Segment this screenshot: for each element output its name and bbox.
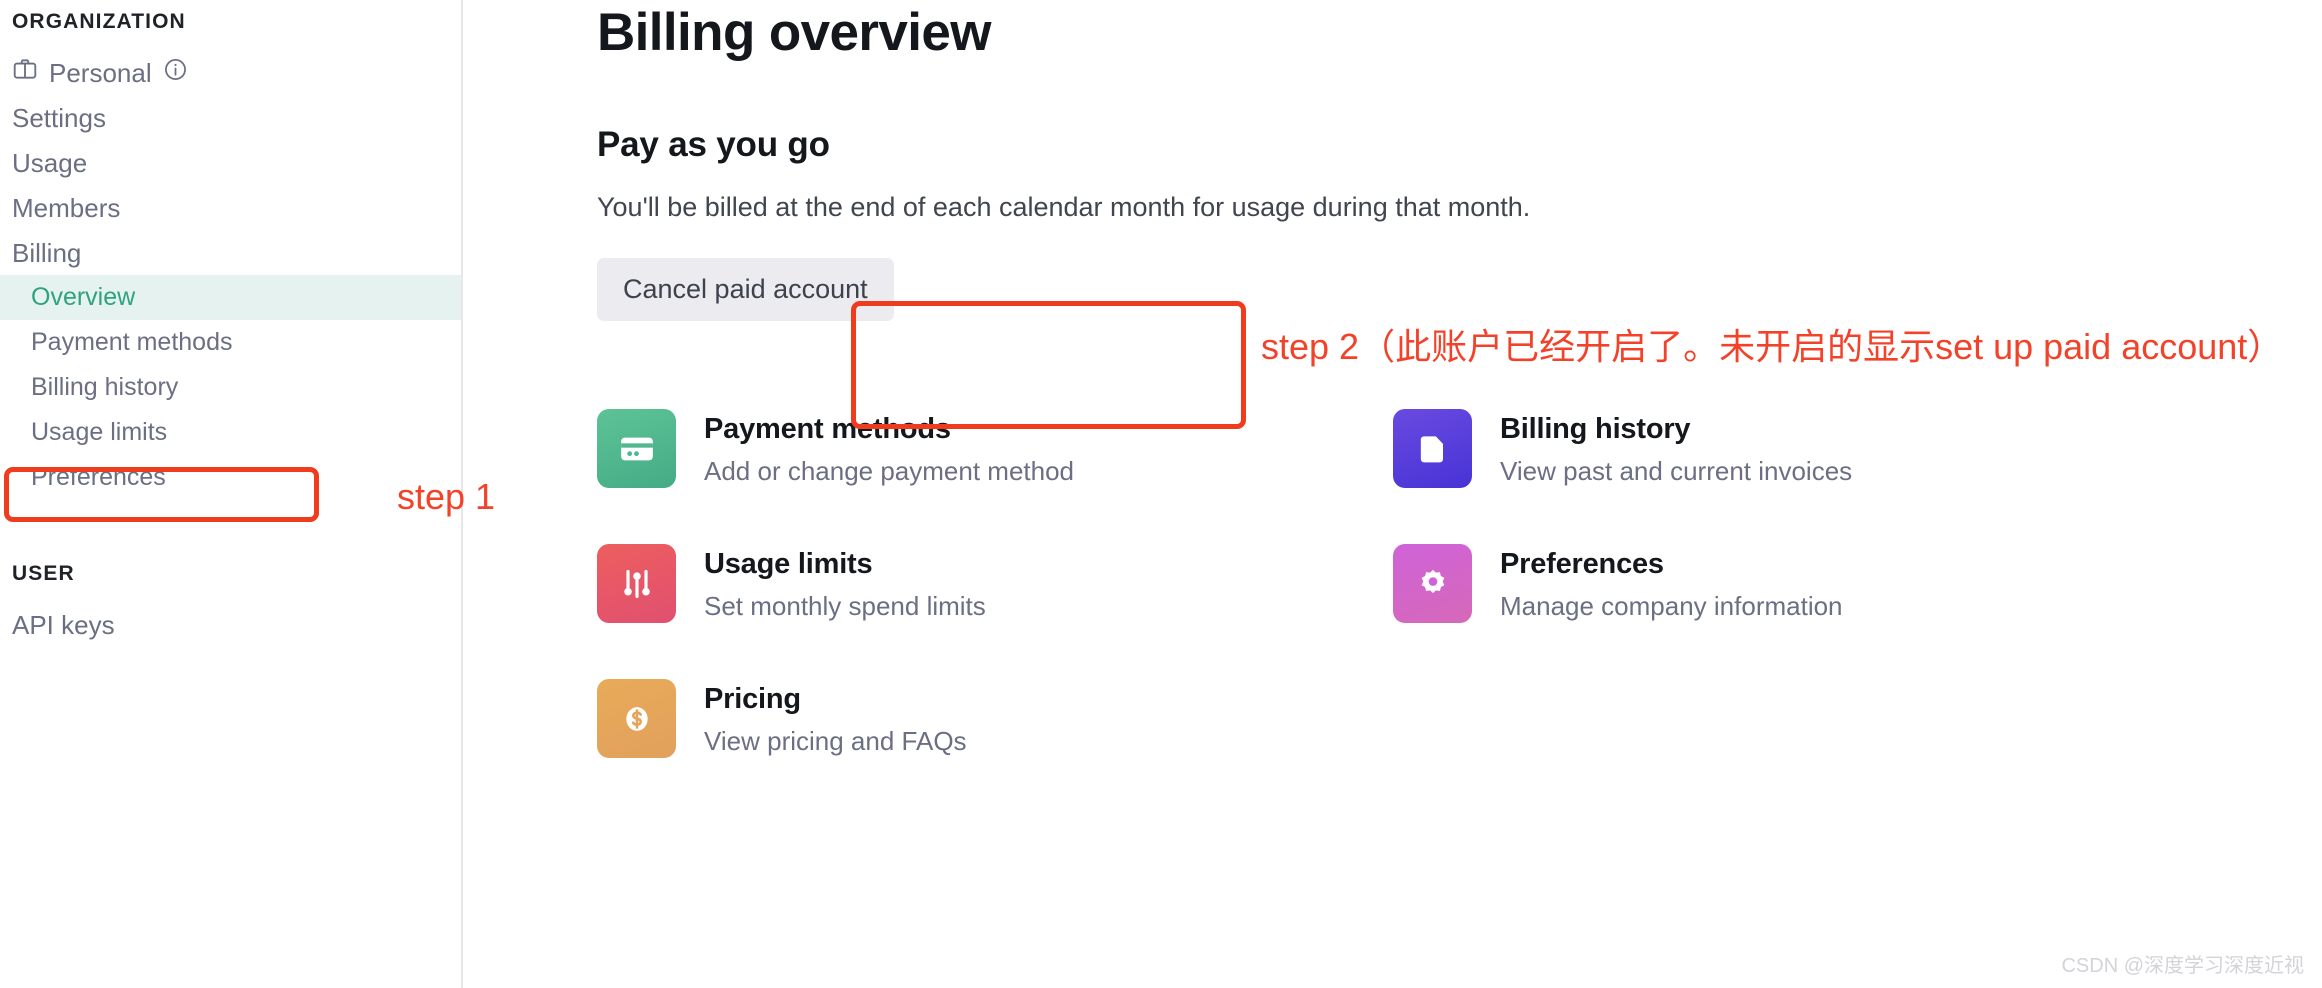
sidebar: ORGANIZATION Personal Settings Usage Mem… [0,0,495,988]
annotation-step2-label: step 2（此账户已经开启了。未开启的显示set up paid accoun… [1261,326,2284,367]
card-usage-limits[interactable]: Usage limits Set monthly spend limits [597,544,1133,624]
sidebar-item-billing[interactable]: Billing [0,230,461,275]
card-text: Preferences Manage company information [1500,544,1843,622]
card-description: Set monthly spend limits [704,591,986,622]
section-description: You'll be billed at the end of each cale… [597,192,1531,223]
billing-overview-page: ORGANIZATION Personal Settings Usage Mem… [0,0,2322,988]
sidebar-item-members[interactable]: Members [0,185,461,230]
sidebar-item-label: Preferences [31,463,166,491]
card-payment-methods[interactable]: Payment methods Add or change payment me… [597,409,1133,489]
sidebar-item-label: Overview [31,283,136,311]
main-content: Billing overview Pay as you go You'll be… [463,0,2322,988]
credit-card-icon [597,409,676,489]
card-billing-history[interactable]: Billing history View past and current in… [1393,409,1929,489]
cancel-paid-account-button[interactable]: Cancel paid account [597,258,894,322]
sidebar-item-label: Billing history [31,373,179,401]
card-description: View pricing and FAQs [704,726,967,757]
sidebar-item-usage[interactable]: Usage [0,140,461,185]
card-description: Manage company information [1500,591,1843,622]
sidebar-item-label: Personal [49,57,152,88]
dollar-coin-icon [597,679,676,759]
sidebar-item-label: Usage limits [31,418,168,446]
sidebar-item-settings[interactable]: Settings [0,95,461,140]
sidebar-item-label: Billing [12,237,82,268]
sidebar-item-label: API keys [12,609,115,640]
briefcase-icon [12,56,38,89]
card-description: View past and current invoices [1500,456,1853,487]
sidebar-item-api-keys[interactable]: API keys [0,602,461,647]
card-description: Add or change payment method [704,456,1075,487]
sidebar-section-user: USER [12,562,75,585]
card-text: Usage limits Set monthly spend limits [704,544,986,622]
document-icon [1393,409,1472,489]
sidebar-item-billing-history[interactable]: Billing history [0,365,461,410]
billing-links-grid: Payment methods Add or change payment me… [597,409,1937,759]
card-title: Pricing [704,683,801,716]
sidebar-item-label: Settings [12,102,106,133]
sidebar-item-label: Usage [12,147,88,178]
watermark: CSDN @深度学习深度近视 [2061,955,2304,977]
card-title: Billing history [1500,413,1691,446]
card-pricing[interactable]: Pricing View pricing and FAQs [597,679,1133,759]
card-preferences[interactable]: Preferences Manage company information [1393,544,1929,624]
gear-icon [1393,544,1472,624]
sidebar-item-overview[interactable]: Overview [0,275,461,320]
sidebar-item-label: Payment methods [31,328,233,356]
card-text: Billing history View past and current in… [1500,409,1852,487]
sidebar-item-payment-methods[interactable]: Payment methods [0,320,461,365]
sidebar-item-personal[interactable]: Personal [0,50,461,95]
section-title: Pay as you go [597,125,830,165]
sliders-icon [597,544,676,624]
card-text: Pricing View pricing and FAQs [704,679,967,757]
page-title: Billing overview [597,3,992,62]
sidebar-item-label: Members [12,192,121,223]
card-text: Payment methods Add or change payment me… [704,409,1074,487]
card-title: Payment methods [704,413,951,446]
card-title: Preferences [1500,548,1664,581]
cancel-paid-account-wrap: Cancel paid account [597,258,2322,322]
card-title: Usage limits [704,548,873,581]
sidebar-item-preferences[interactable]: Preferences [0,455,461,500]
info-circle-icon[interactable] [163,57,188,89]
sidebar-section-organization: ORGANIZATION [12,10,186,33]
sidebar-item-usage-limits[interactable]: Usage limits [0,410,461,455]
